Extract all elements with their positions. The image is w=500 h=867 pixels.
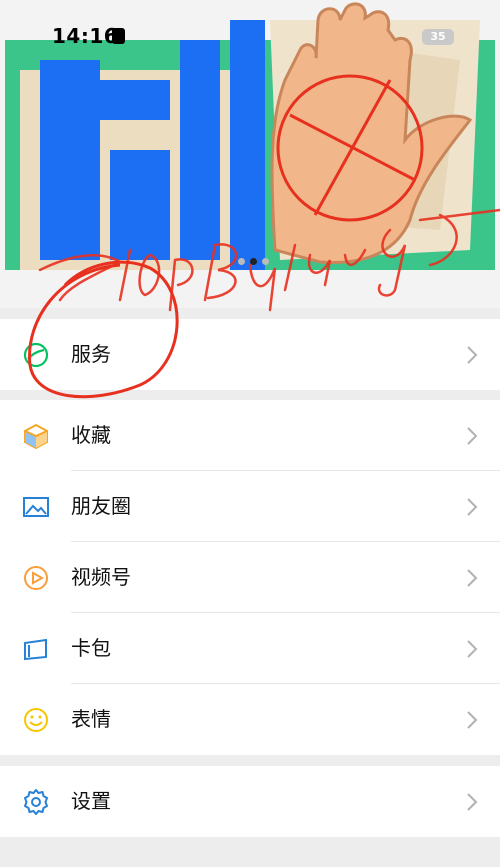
menu-item-label: 设置 bbox=[71, 789, 111, 813]
menu-item-service[interactable]: 服务 bbox=[0, 319, 500, 390]
settings-group: 设置 bbox=[0, 766, 500, 837]
menu-item-label: 表情 bbox=[71, 707, 111, 731]
chevron-right-icon bbox=[467, 346, 478, 364]
chevron-right-icon bbox=[467, 427, 478, 445]
menu-item-channels[interactable]: 视频号 bbox=[0, 542, 500, 613]
menu-item-card-wallet[interactable]: 卡包 bbox=[0, 613, 500, 684]
card-wallet-icon bbox=[24, 638, 47, 661]
menu-item-label: 服务 bbox=[71, 342, 111, 366]
settings-gear-icon bbox=[24, 789, 48, 815]
menu-item-label: 朋友圈 bbox=[71, 494, 131, 518]
orientation-lock-icon bbox=[112, 28, 125, 44]
channels-play-icon bbox=[24, 566, 48, 590]
menu-item-label: 卡包 bbox=[71, 636, 111, 660]
menu-item-stickers[interactable]: 表情 bbox=[0, 684, 500, 755]
battery-indicator: 35 bbox=[422, 29, 454, 45]
service-icon bbox=[23, 342, 49, 368]
chevron-right-icon bbox=[467, 793, 478, 811]
menu-item-label: 视频号 bbox=[71, 565, 131, 589]
status-time: 14:16 bbox=[52, 24, 119, 48]
menu-item-settings[interactable]: 设置 bbox=[0, 766, 500, 837]
menu-item-label: 收藏 bbox=[71, 423, 111, 447]
menu-item-moments[interactable]: 朋友圈 bbox=[0, 471, 500, 542]
chevron-right-icon bbox=[467, 498, 478, 516]
main-group: 收藏 朋友圈 视频号 卡包 表情 bbox=[0, 400, 500, 755]
favorites-cube-icon bbox=[24, 423, 48, 450]
service-group: 服务 bbox=[0, 319, 500, 390]
chevron-right-icon bbox=[467, 640, 478, 658]
chevron-right-icon bbox=[467, 711, 478, 729]
sticker-smile-icon bbox=[24, 708, 48, 732]
profile-banner[interactable]: 14:16 35 bbox=[0, 0, 500, 308]
banner-page-dots bbox=[238, 250, 302, 265]
moments-picture-icon bbox=[23, 497, 49, 517]
status-bar: 14:16 35 bbox=[0, 20, 500, 56]
chevron-right-icon bbox=[467, 569, 478, 587]
menu-item-favorites[interactable]: 收藏 bbox=[0, 400, 500, 471]
